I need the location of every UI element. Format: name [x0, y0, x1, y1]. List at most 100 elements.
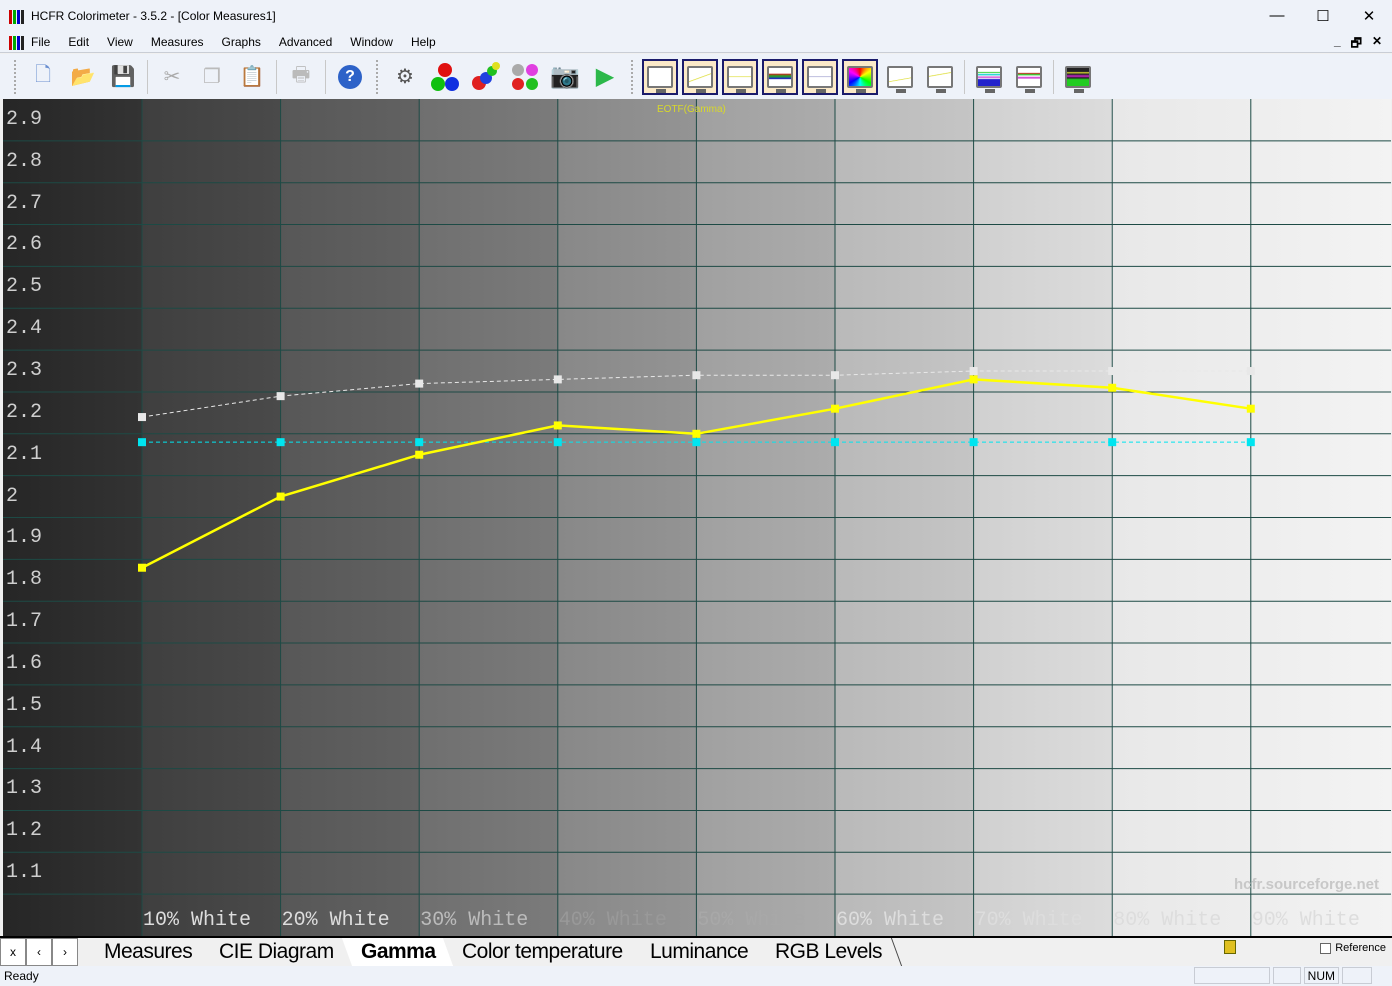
camera-icon[interactable]: 📷 — [547, 59, 583, 95]
num-lock-indicator: NUM — [1303, 967, 1339, 984]
play-icon[interactable]: ▶ — [587, 59, 623, 95]
data-point — [1246, 404, 1255, 413]
x-tick-label: 20% White — [281, 909, 390, 932]
status-pane-2 — [1272, 967, 1301, 984]
data-point — [969, 438, 978, 447]
toolbar-grip-2[interactable] — [376, 59, 379, 94]
y-tick-label: 2.5 — [6, 275, 43, 299]
window-title: HCFR Colorimeter - 3.5.2 - [Color Measur… — [31, 8, 276, 23]
measures-view-icon[interactable] — [642, 58, 678, 95]
x-tick-label: 10% White — [143, 909, 252, 932]
data-point — [692, 438, 701, 447]
data-point — [692, 371, 701, 380]
saturation-shift-view-icon[interactable] — [1011, 59, 1047, 95]
watermark: hcfr.sourceforge.net — [1233, 876, 1379, 893]
close-button[interactable]: ✕ — [1346, 0, 1392, 31]
data-point — [1108, 367, 1117, 376]
x-tick-label: 80% White — [1113, 909, 1222, 932]
tab-color-temperature[interactable]: Color temperature — [443, 938, 644, 966]
tab-scroll-right-button[interactable]: › — [52, 938, 78, 966]
rgb-levels-view-icon[interactable] — [762, 58, 798, 95]
probe-icon[interactable]: ⚙ — [387, 59, 423, 95]
print-icon[interactable]: 🖶 — [283, 59, 319, 95]
menu-edit[interactable]: Edit — [68, 35, 89, 49]
y-tick-label: 2.3 — [6, 358, 43, 382]
y-tick-label: 2.1 — [6, 442, 43, 466]
x-tick-label: 40% White — [558, 909, 667, 932]
new-document-icon[interactable]: 🗋 — [25, 59, 61, 95]
copy-icon[interactable]: ❐ — [194, 59, 230, 95]
x-tick-label: 30% White — [420, 909, 529, 932]
data-point — [969, 375, 978, 384]
status-pane-1 — [1193, 967, 1270, 984]
y-tick-label: 1.3 — [6, 777, 43, 801]
mdi-restore-button[interactable]: 🗗 — [1351, 34, 1362, 55]
y-tick-label: 2.2 — [6, 400, 43, 424]
color-balls-icon[interactable] — [467, 59, 503, 95]
data-point — [415, 450, 424, 459]
color-temp-view-icon[interactable] — [802, 58, 838, 95]
help-icon[interactable]: ? — [332, 59, 368, 95]
tab-scroll-left-button[interactable]: ‹ — [26, 938, 52, 966]
data-point — [415, 379, 424, 388]
data-point — [831, 438, 839, 447]
y-tick-label: 2.6 — [6, 233, 43, 257]
checkbox-icon[interactable] — [1320, 942, 1332, 954]
tab-luminance[interactable]: Luminance — [631, 938, 769, 966]
x-tick-label: 60% White — [836, 909, 945, 932]
menu-view[interactable]: View — [107, 35, 133, 49]
data-point — [969, 367, 978, 376]
menu-advanced[interactable]: Advanced — [279, 35, 332, 49]
toolbar-grip[interactable] — [14, 59, 17, 94]
tab-rgb-levels[interactable]: RGB Levels — [756, 938, 903, 966]
rgb-balls-icon[interactable] — [427, 59, 463, 95]
sensor-icon[interactable] — [1224, 940, 1236, 954]
menu-window[interactable]: Window — [350, 35, 393, 49]
tab-measures[interactable]: Measures — [84, 938, 213, 966]
y-tick-label: 2.9 — [6, 107, 43, 131]
y-tick-label: 1.8 — [6, 568, 43, 592]
save-icon[interactable]: 💾 — [105, 59, 141, 95]
menu-file[interactable]: File — [31, 35, 50, 49]
y-tick-label: 1.5 — [6, 693, 43, 717]
doc-icon[interactable] — [9, 34, 25, 50]
luminance-view-icon[interactable] — [722, 58, 758, 95]
mdi-close-button[interactable]: ✕ — [1372, 34, 1382, 55]
gamma-view-icon[interactable] — [682, 58, 718, 95]
y-tick-label: 1.2 — [6, 819, 43, 843]
multi-balls-icon[interactable] — [507, 59, 543, 95]
near-white-view-icon[interactable] — [922, 59, 958, 95]
data-point — [138, 563, 146, 572]
x-tick-label: 90% White — [1251, 909, 1360, 932]
chart-title: EOTF(Gamma) — [657, 104, 726, 115]
paste-icon[interactable]: 📋 — [234, 59, 270, 95]
saturation-view-icon[interactable] — [971, 59, 1007, 95]
close-tab-button[interactable]: x — [0, 938, 26, 966]
title-bar: HCFR Colorimeter - 3.5.2 - [Color Measur… — [0, 0, 1392, 31]
data-point — [1246, 438, 1255, 447]
y-tick-label: 1.7 — [6, 610, 43, 634]
x-tick-label: 70% White — [974, 909, 1083, 932]
maximize-button[interactable]: ☐ — [1300, 0, 1346, 31]
menu-help[interactable]: Help — [411, 35, 436, 49]
toolbar: 🗋 📂 💾 ✂ ❐ 📋 🖶 ? ⚙ 📷 ▶ — [0, 54, 1392, 99]
data-point — [553, 438, 562, 447]
data-point — [831, 371, 839, 380]
cie-view-icon[interactable] — [842, 58, 878, 95]
near-black-view-icon[interactable] — [882, 59, 918, 95]
cut-icon[interactable]: ✂ — [154, 59, 190, 95]
reference-checkbox[interactable]: Reference — [1320, 942, 1386, 954]
toolbar-grip-3[interactable] — [631, 59, 634, 94]
data-point — [138, 413, 146, 422]
color-comparator-view-icon[interactable] — [1060, 59, 1096, 95]
status-text: Ready — [4, 969, 39, 983]
tab-gamma[interactable]: Gamma — [341, 938, 456, 966]
tab-cie-diagram[interactable]: CIE Diagram — [200, 938, 355, 966]
open-folder-icon[interactable]: 📂 — [65, 59, 101, 95]
menu-bar: File Edit View Measures Graphs Advanced … — [0, 31, 1392, 53]
y-tick-label: 1.1 — [6, 861, 43, 885]
mdi-minimize-button[interactable]: _ — [1334, 34, 1341, 55]
minimize-button[interactable]: — — [1254, 0, 1300, 31]
menu-graphs[interactable]: Graphs — [222, 35, 261, 49]
menu-measures[interactable]: Measures — [151, 35, 204, 49]
